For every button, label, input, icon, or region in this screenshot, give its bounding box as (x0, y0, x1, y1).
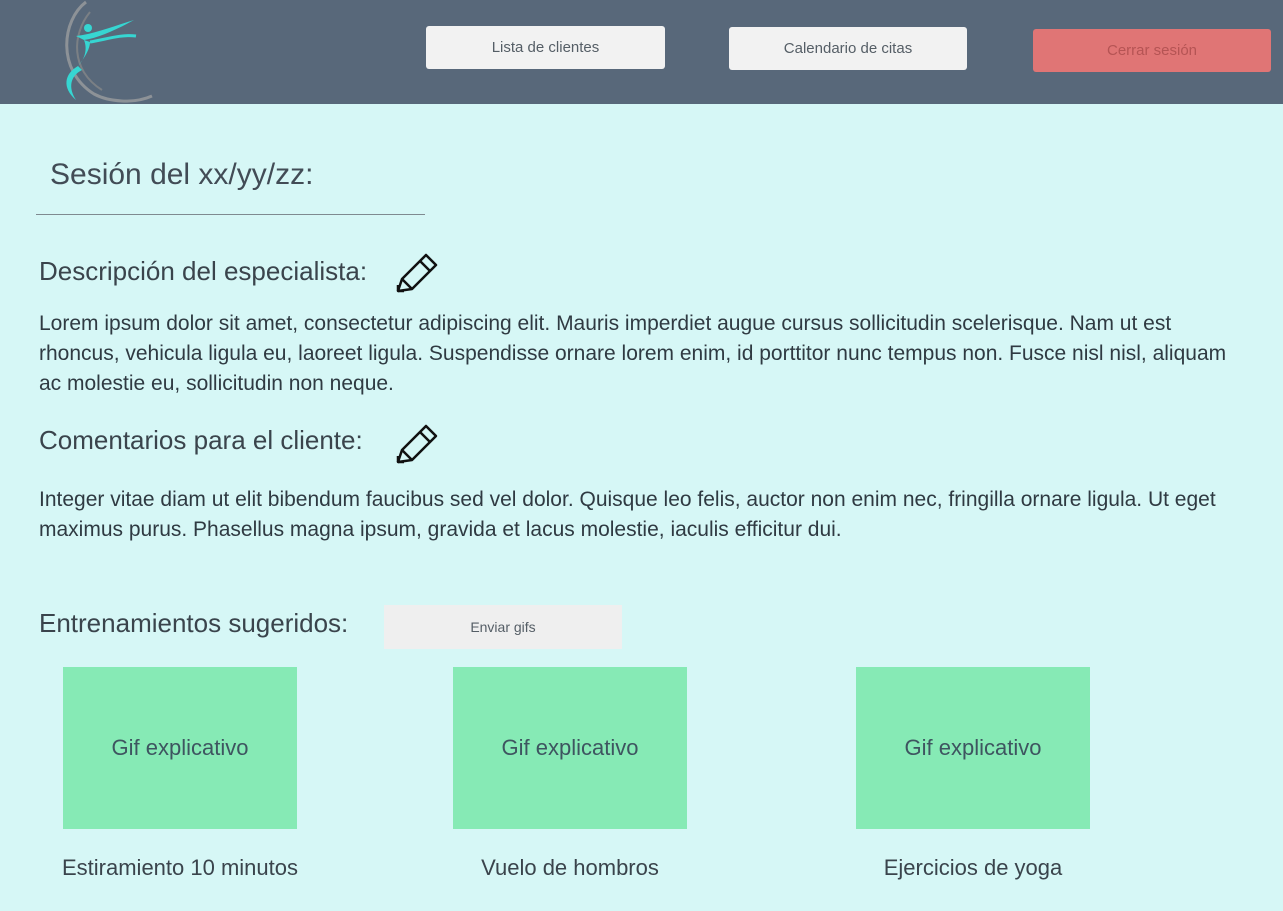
training-caption: Ejercicios de yoga (883, 855, 1063, 880)
training-caption: Vuelo de hombros (481, 855, 659, 880)
gif-placeholder[interactable]: Gif explicativo (856, 667, 1090, 829)
gif-placeholder[interactable]: Gif explicativo (453, 667, 687, 829)
dancer-logo-icon (65, 0, 153, 103)
gif-placeholder[interactable]: Gif explicativo (63, 667, 297, 829)
training-caption: Estiramiento 10 minutos (62, 855, 298, 880)
specialist-description-label: Descripción del especialista: (39, 256, 368, 286)
suggested-trainings-label: Entrenamientos sugeridos: (39, 608, 349, 638)
top-header: Lista de clientes Calendario de citas Ce… (0, 0, 1283, 104)
logout-button[interactable]: Cerrar sesión (1033, 29, 1271, 72)
client-comments-label: Comentarios para el cliente: (39, 425, 363, 455)
page-title: Sesión del xx/yy/zz: (50, 158, 314, 191)
pencil-icon[interactable] (392, 420, 440, 468)
client-list-button[interactable]: Lista de clientes (426, 26, 665, 69)
appointment-calendar-button[interactable]: Calendario de citas (729, 27, 967, 70)
pencil-icon[interactable] (392, 249, 440, 297)
client-comments-text: Integer vitae diam ut elit bibendum fauc… (39, 488, 1216, 541)
send-gifs-button[interactable]: Enviar gifs (384, 605, 622, 649)
specialist-description-text: Lorem ipsum dolor sit amet, consectetur … (39, 312, 1227, 395)
title-divider (36, 214, 425, 215)
